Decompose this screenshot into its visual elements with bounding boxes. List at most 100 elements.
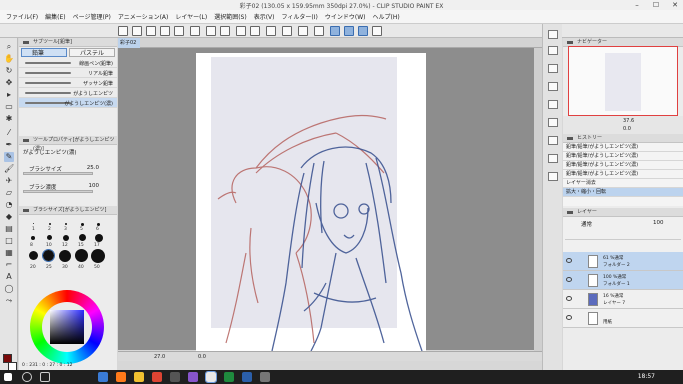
pen-tool-icon[interactable]: ✒ xyxy=(4,140,14,150)
history-item[interactable]: 鉛筆/鉛筆/がようしエンピツ(濃) xyxy=(563,143,683,152)
size-dot[interactable] xyxy=(65,223,67,225)
history-item[interactable]: 鉛筆/鉛筆/がようしエンピツ(濃) xyxy=(563,170,683,179)
panel-icon[interactable] xyxy=(548,82,558,91)
panel-icon[interactable] xyxy=(548,30,558,39)
size-dot[interactable] xyxy=(95,234,103,242)
search-icon[interactable] xyxy=(22,372,32,382)
brush-size-row[interactable]: ブラシサイズ 25.0 xyxy=(19,162,117,176)
snap-grid-icon[interactable] xyxy=(358,26,368,36)
snap-special-ruler-icon[interactable] xyxy=(344,26,354,36)
text-tool-icon[interactable]: A xyxy=(4,272,14,282)
menu-help[interactable]: ヘルプ(H) xyxy=(372,12,399,21)
clip-studio-icon[interactable] xyxy=(205,371,217,383)
menu-window[interactable]: ウインドウ(W) xyxy=(325,12,366,21)
rotate-tool-icon[interactable]: ↻ xyxy=(4,66,14,76)
zoom-value[interactable]: 27.0 xyxy=(154,354,165,360)
panel-icon[interactable] xyxy=(548,154,558,163)
brush-item[interactable]: 線画ペン(鉛筆) xyxy=(19,58,117,68)
figure-tool-icon[interactable]: □ xyxy=(4,236,14,246)
tone-icon[interactable] xyxy=(372,26,382,36)
size-dot[interactable] xyxy=(81,223,84,226)
windows-start-icon[interactable] xyxy=(4,373,12,381)
clear-icon[interactable] xyxy=(236,26,246,36)
size-dot[interactable] xyxy=(79,234,86,241)
size-dot-selected[interactable] xyxy=(42,249,55,262)
visibility-eye-icon[interactable] xyxy=(566,315,572,320)
app-icon[interactable] xyxy=(260,372,270,382)
brush-density-slider[interactable] xyxy=(23,190,93,193)
chrome-icon[interactable] xyxy=(152,372,162,382)
excel-icon[interactable] xyxy=(224,372,234,382)
task-view-icon[interactable] xyxy=(40,372,50,382)
document-tab[interactable]: 彩子02 xyxy=(118,38,140,48)
crop-icon[interactable] xyxy=(314,26,324,36)
size-dot[interactable] xyxy=(63,235,69,241)
layer-row[interactable]: 16 %通常 レイヤー 7 xyxy=(563,290,683,309)
fill-tool-icon[interactable]: ◆ xyxy=(4,212,14,222)
ruler-tool-icon[interactable]: ⌐ xyxy=(4,260,14,270)
history-item[interactable]: 鉛筆/鉛筆/がようしエンピツ(濃) xyxy=(563,152,683,161)
eyedropper-icon[interactable]: ⁄ xyxy=(4,128,14,138)
move-tool-icon[interactable]: ✥ xyxy=(4,78,14,88)
explorer-icon[interactable] xyxy=(134,372,144,382)
panel-icon[interactable] xyxy=(548,46,558,55)
maximize-icon[interactable]: ☐ xyxy=(650,0,662,10)
selection-launcher-icon[interactable] xyxy=(298,26,308,36)
history-item[interactable]: レイヤー消去 xyxy=(563,179,683,188)
panel-icon[interactable] xyxy=(548,136,558,145)
history-item-current[interactable]: 拡大・縮小・回転 xyxy=(563,188,683,197)
layer-row[interactable]: 61 %通常 フォルダー 2 xyxy=(563,252,683,271)
size-dot[interactable] xyxy=(97,223,100,226)
angle-value[interactable]: 0.0 xyxy=(198,354,206,360)
panel-icon[interactable] xyxy=(548,100,558,109)
brush-item[interactable]: リアル鉛筆 xyxy=(19,68,117,78)
taskbar-clock[interactable]: 18:57 xyxy=(638,373,655,380)
menu-layer[interactable]: レイヤー(L) xyxy=(175,12,207,21)
balloon-tool-icon[interactable]: ◯ xyxy=(4,284,14,294)
pencil-tool-icon[interactable]: ✎ xyxy=(4,152,14,162)
navigator-preview[interactable] xyxy=(568,46,678,116)
visibility-eye-icon[interactable] xyxy=(566,258,572,263)
layer-row[interactable]: 用紙 xyxy=(563,309,683,328)
save-icon[interactable] xyxy=(146,26,156,36)
canvas-vertical-scrollbar[interactable] xyxy=(534,48,542,351)
size-dot[interactable] xyxy=(91,249,105,263)
minimize-icon[interactable]: – xyxy=(631,0,643,10)
close-icon[interactable]: ✕ xyxy=(669,0,681,10)
menu-edit[interactable]: 編集(E) xyxy=(45,12,65,21)
correct-line-icon[interactable]: ⤳ xyxy=(4,296,14,306)
panel-icon[interactable] xyxy=(548,172,558,181)
menu-filter[interactable]: フィルター(I) xyxy=(282,12,318,21)
layer-opacity[interactable]: 100 xyxy=(653,220,664,226)
export-icon[interactable] xyxy=(160,26,170,36)
operation-tool-icon[interactable]: ▸ xyxy=(4,90,14,100)
brush-density-row[interactable]: ブラシ濃度 100 xyxy=(19,180,117,196)
snap-ruler-icon[interactable] xyxy=(330,26,340,36)
menu-animation[interactable]: アニメーション(A) xyxy=(118,12,169,21)
edge-icon[interactable] xyxy=(98,372,108,382)
size-dot[interactable] xyxy=(33,223,34,224)
size-dot[interactable] xyxy=(47,235,52,240)
navigator-angle[interactable]: 0.0 xyxy=(623,126,631,132)
brush-tool-icon[interactable]: 🖌 xyxy=(4,164,14,174)
tab-pencil[interactable]: 鉛筆 xyxy=(21,48,67,57)
redo-icon[interactable] xyxy=(220,26,230,36)
zoom-tool-icon[interactable]: ⌕ xyxy=(4,42,14,52)
airbrush-icon[interactable]: ✈ xyxy=(4,176,14,186)
size-dot[interactable] xyxy=(59,250,71,262)
menu-file[interactable]: ファイル(F) xyxy=(6,12,38,21)
print-icon[interactable] xyxy=(174,26,184,36)
eraser-tool-icon[interactable]: ▱ xyxy=(4,188,14,198)
invert-selection-icon[interactable] xyxy=(282,26,292,36)
undo-icon[interactable] xyxy=(206,26,216,36)
visibility-eye-icon[interactable] xyxy=(566,296,572,301)
frame-tool-icon[interactable]: ▦ xyxy=(4,248,14,258)
panel-icon[interactable] xyxy=(548,118,558,127)
blend-mode-select[interactable]: 通常 xyxy=(581,220,592,228)
navigator-zoom[interactable]: 37.6 xyxy=(623,118,634,124)
menu-selection[interactable]: 選択範囲(S) xyxy=(214,12,247,21)
panel-icon[interactable] xyxy=(548,64,558,73)
layer-row[interactable]: 100 %通常 フォルダー 1 xyxy=(563,271,683,290)
brush-item[interactable]: がようしエンピツ xyxy=(19,88,117,98)
color-saturation-square[interactable] xyxy=(50,310,84,344)
